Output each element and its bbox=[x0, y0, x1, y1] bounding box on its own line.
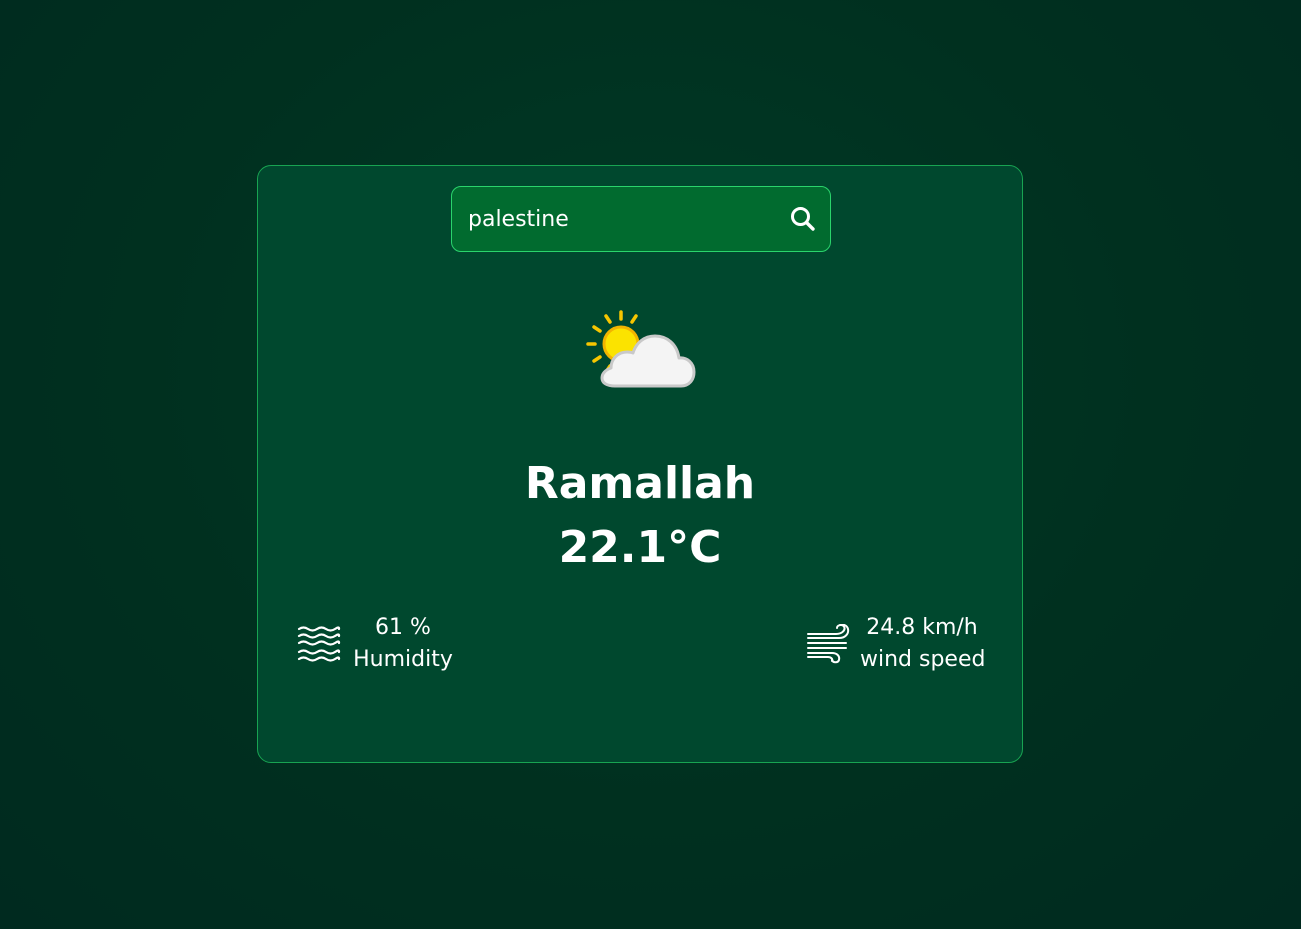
wind-info: 24.8 km/h wind speed bbox=[860, 612, 986, 676]
partly-cloudy-icon bbox=[586, 310, 696, 388]
temperature: 22.1°C bbox=[558, 522, 722, 573]
wind-panel: 24.8 km/h wind speed bbox=[804, 610, 994, 680]
search-bar bbox=[451, 186, 831, 252]
wind-icon bbox=[807, 624, 850, 664]
humidity-panel: 61 % Humidity bbox=[297, 610, 477, 680]
search-input[interactable] bbox=[468, 187, 768, 251]
city-name: Ramallah bbox=[524, 458, 756, 509]
humidity-label: Humidity bbox=[353, 647, 453, 672]
search-icon bbox=[791, 207, 815, 231]
wind-value: 24.8 km/h bbox=[866, 615, 978, 640]
wind-label: wind speed bbox=[860, 647, 986, 672]
search-button[interactable] bbox=[788, 204, 818, 234]
humidity-info: 61 % Humidity bbox=[353, 612, 453, 676]
humidity-waves-icon bbox=[297, 626, 341, 662]
humidity-value: 61 % bbox=[375, 615, 431, 640]
weather-card: Ramallah 22.1°C 61 % Humidity bbox=[257, 165, 1023, 763]
